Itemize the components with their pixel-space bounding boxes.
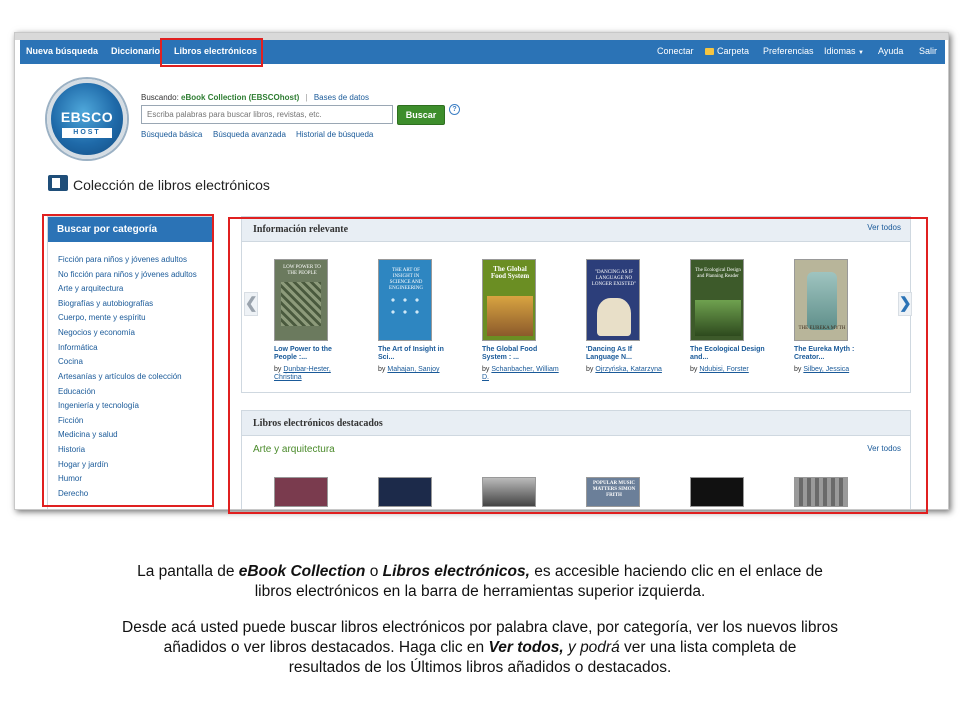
caption-text: añadidos o ver libros destacados. Haga c… xyxy=(163,639,489,656)
toolbar-languages[interactable]: Idiomas ▼ xyxy=(824,46,864,56)
toolbar-dictionary[interactable]: Diccionario xyxy=(111,46,160,56)
search-button[interactable]: Buscar xyxy=(397,105,445,125)
highlight-content-area xyxy=(228,217,928,514)
toolbar-sign-in[interactable]: Conectar xyxy=(657,46,694,56)
page-title: Colección de libros electrónicos xyxy=(73,177,270,193)
toolbar-folder-label: Carpeta xyxy=(717,46,750,56)
toolbar-new-search[interactable]: Nueva búsqueda xyxy=(26,46,98,56)
advanced-search-link[interactable]: Búsqueda avanzada xyxy=(213,130,286,139)
databases-link[interactable]: Bases de datos xyxy=(314,93,369,102)
browser-strip xyxy=(15,33,948,40)
folder-icon xyxy=(705,48,714,55)
top-toolbar: Nueva búsqueda Diccionario Libros electr… xyxy=(20,40,945,64)
searching-label: Buscando: xyxy=(141,93,179,102)
caption-text: es accesible haciendo clic en el enlace … xyxy=(529,563,823,580)
separator: | xyxy=(305,93,308,102)
searching-line: Buscando: eBook Collection (EBSCOhost) |… xyxy=(141,93,369,102)
ebook-icon xyxy=(48,175,68,191)
caption-paragraph-1: La pantalla de eBook Collection o Libros… xyxy=(40,562,920,602)
database-name: eBook Collection (EBSCOhost) xyxy=(181,93,300,102)
help-icon[interactable]: ? xyxy=(449,104,460,115)
highlight-ebooks-link xyxy=(160,38,263,67)
chevron-down-icon: ▼ xyxy=(858,50,864,56)
caption-text: ver una lista completa de xyxy=(619,639,797,656)
caption-text: Desde acá usted puede buscar libros elec… xyxy=(122,619,838,636)
highlight-category-panel xyxy=(42,214,214,507)
toolbar-folder[interactable]: Carpeta xyxy=(705,46,749,56)
caption-italic: y podrá xyxy=(563,639,620,656)
logo-host-text: HOST xyxy=(73,129,101,136)
ebsco-host-logo[interactable]: EBSCO HOST xyxy=(47,79,127,159)
toolbar-help[interactable]: Ayuda xyxy=(878,46,903,56)
toolbar-languages-label: Idiomas xyxy=(824,46,856,56)
caption-paragraph-2: Desde acá usted puede buscar libros elec… xyxy=(40,618,920,678)
caption-text: libros electrónicos en la barra de herra… xyxy=(254,583,706,600)
search-input[interactable] xyxy=(141,105,393,124)
caption-emphasis: eBook Collection xyxy=(238,563,366,580)
search-history-link[interactable]: Historial de búsqueda xyxy=(296,130,373,139)
caption-text: resultados de los Últimos libros añadido… xyxy=(288,659,672,676)
toolbar-preferences[interactable]: Preferencias xyxy=(763,46,814,56)
caption-text: La pantalla de xyxy=(137,563,239,580)
basic-search-link[interactable]: Búsqueda básica xyxy=(141,130,202,139)
caption-emphasis: Libros electrónicos, xyxy=(382,563,530,580)
caption-text: o xyxy=(365,563,383,580)
caption-emphasis: Ver todos, xyxy=(488,639,564,656)
toolbar-exit[interactable]: Salir xyxy=(919,46,937,56)
logo-text: EBSCO xyxy=(60,109,114,125)
